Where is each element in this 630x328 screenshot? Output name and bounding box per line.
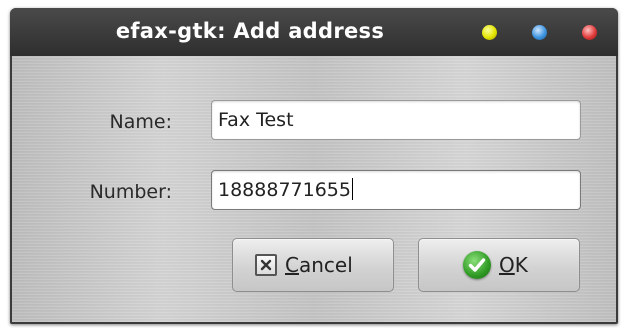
ok-button[interactable]: OK bbox=[418, 238, 580, 292]
dialog-window: efax-gtk: Add address Name: Fax Test Num… bbox=[10, 8, 618, 324]
name-field-value: Fax Test bbox=[218, 109, 294, 131]
name-label: Name: bbox=[109, 111, 172, 133]
ok-button-label: OK bbox=[499, 253, 528, 277]
text-cursor bbox=[351, 178, 353, 200]
number-label: Number: bbox=[89, 181, 172, 203]
checkmark-icon bbox=[463, 251, 491, 279]
cancel-button[interactable]: Cancel bbox=[232, 238, 394, 292]
minimize-icon[interactable] bbox=[482, 25, 497, 40]
dialog-body: Name: Fax Test Number: 18888771655 Cance… bbox=[12, 56, 616, 322]
window-title: efax-gtk: Add address bbox=[115, 19, 385, 43]
maximize-icon[interactable] bbox=[532, 25, 547, 40]
title-bar[interactable]: efax-gtk: Add address bbox=[10, 8, 618, 56]
cancel-x-icon bbox=[255, 254, 277, 276]
name-field[interactable]: Fax Test bbox=[211, 100, 581, 140]
cancel-button-label: Cancel bbox=[285, 253, 353, 277]
number-field[interactable]: 18888771655 bbox=[211, 170, 581, 210]
number-field-value: 18888771655 bbox=[218, 179, 351, 201]
close-icon[interactable] bbox=[582, 25, 597, 40]
